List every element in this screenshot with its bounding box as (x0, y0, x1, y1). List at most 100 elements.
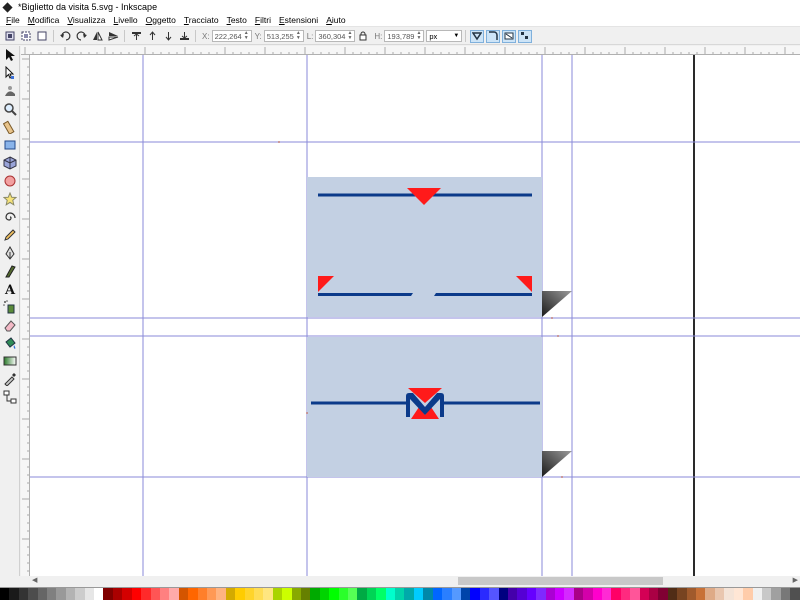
color-swatch[interactable] (216, 588, 226, 600)
color-swatch[interactable] (244, 588, 254, 600)
color-swatch[interactable] (479, 588, 490, 600)
vertical-ruler[interactable] (21, 55, 30, 576)
eraser-tool-icon[interactable] (1, 316, 19, 334)
color-swatch[interactable] (18, 588, 29, 600)
color-swatch[interactable] (37, 588, 48, 600)
color-swatch[interactable] (705, 588, 715, 600)
move-patterns-icon[interactable] (518, 29, 533, 43)
color-swatch[interactable] (554, 588, 565, 600)
color-swatch[interactable] (188, 588, 198, 600)
color-swatch[interactable] (94, 588, 104, 600)
x-coordinate-input[interactable]: 222,264 ▲ ▼ (211, 30, 252, 42)
color-swatch[interactable] (103, 588, 113, 600)
color-swatch[interactable] (545, 588, 555, 600)
color-swatch[interactable] (432, 588, 443, 600)
color-swatch[interactable] (470, 588, 480, 600)
menu-modifica[interactable]: Modifica (24, 15, 64, 25)
rectangle-tool-icon[interactable] (1, 136, 19, 154)
color-swatch[interactable] (112, 588, 123, 600)
color-swatch[interactable] (366, 588, 377, 600)
color-swatch[interactable] (56, 588, 66, 600)
color-swatch[interactable] (329, 588, 339, 600)
color-swatch[interactable] (423, 588, 433, 600)
menu-aiuto[interactable]: Aiuto (322, 15, 349, 25)
x-spinner-icon[interactable]: ▲ ▼ (244, 31, 249, 41)
star-tool-icon[interactable] (1, 190, 19, 208)
color-swatch[interactable] (197, 588, 207, 600)
color-swatch[interactable] (272, 588, 283, 600)
deselect-icon[interactable] (35, 30, 49, 43)
rotate-ccw-icon[interactable] (58, 30, 72, 43)
color-swatch[interactable] (649, 588, 659, 600)
scale-stroke-icon[interactable] (470, 29, 485, 43)
width-input[interactable]: 360,304 ▲ ▼ (315, 30, 356, 42)
color-swatch[interactable] (319, 588, 330, 600)
y-coordinate-input[interactable]: 513,255 ▲ ▼ (263, 30, 304, 42)
business-card-front[interactable] (307, 177, 572, 317)
color-swatch[interactable] (150, 588, 160, 600)
color-swatch[interactable] (677, 588, 687, 600)
color-swatch[interactable] (639, 588, 650, 600)
color-swatch[interactable] (385, 588, 396, 600)
drawing-canvas[interactable] (30, 55, 800, 576)
color-swatch[interactable] (122, 588, 132, 600)
color-swatch[interactable] (301, 588, 311, 600)
color-swatch[interactable] (658, 588, 668, 600)
color-swatch[interactable] (28, 588, 38, 600)
node-tool-icon[interactable] (1, 64, 19, 82)
paint-bucket-tool-icon[interactable] (1, 334, 19, 352)
color-swatch[interactable] (592, 588, 602, 600)
color-swatch[interactable] (291, 588, 301, 600)
flip-horizontal-icon[interactable] (90, 30, 104, 43)
color-swatch[interactable] (169, 588, 179, 600)
color-swatch[interactable] (0, 588, 10, 600)
menu-livello[interactable]: Livello (110, 15, 142, 25)
color-swatch[interactable] (9, 588, 19, 600)
lock-ratio-icon[interactable] (357, 30, 369, 42)
color-swatch[interactable] (338, 588, 349, 600)
raise-icon[interactable] (145, 30, 159, 43)
color-swatch[interactable] (714, 588, 725, 600)
menu-testo[interactable]: Testo (223, 15, 251, 25)
pencil-tool-icon[interactable] (1, 226, 19, 244)
horizontal-ruler[interactable] (21, 46, 800, 55)
height-input[interactable]: 193,789 ▲ ▼ (384, 30, 425, 42)
zoom-tool-icon[interactable] (1, 100, 19, 118)
color-swatch[interactable] (225, 588, 236, 600)
3d-box-tool-icon[interactable] (1, 154, 19, 172)
color-swatch[interactable] (413, 588, 424, 600)
menu-file[interactable]: File (2, 15, 24, 25)
color-swatch[interactable] (348, 588, 358, 600)
selector-tool-icon[interactable] (1, 46, 19, 64)
scrollbar-thumb[interactable] (458, 577, 663, 585)
color-swatch[interactable] (573, 588, 584, 600)
select-all-layers-icon[interactable] (19, 30, 33, 43)
pen-tool-icon[interactable] (1, 244, 19, 262)
color-swatch[interactable] (141, 588, 151, 600)
menu-filtri[interactable]: Filtri (251, 15, 275, 25)
color-swatch[interactable] (460, 588, 471, 600)
scroll-right-icon[interactable]: ▶ (793, 576, 798, 584)
width-spinner-icon[interactable]: ▲ ▼ (347, 31, 352, 41)
color-swatch[interactable] (253, 588, 264, 600)
color-swatch[interactable] (630, 588, 640, 600)
height-spinner-icon[interactable]: ▲ ▼ (416, 31, 421, 41)
color-swatch[interactable] (780, 588, 791, 600)
color-swatch[interactable] (536, 588, 546, 600)
spray-tool-icon[interactable] (1, 298, 19, 316)
select-all-icon[interactable] (3, 30, 17, 43)
card-back-shadow-curl[interactable] (542, 451, 572, 477)
text-tool-icon[interactable]: A (1, 280, 19, 298)
color-swatch[interactable] (667, 588, 678, 600)
color-swatch[interactable] (159, 588, 170, 600)
unit-select[interactable]: px ▼ (426, 30, 463, 42)
measure-tool-icon[interactable] (1, 118, 19, 136)
color-swatch[interactable] (686, 588, 697, 600)
color-swatch[interactable] (507, 588, 518, 600)
color-swatch[interactable] (442, 588, 452, 600)
ellipse-tool-icon[interactable] (1, 172, 19, 190)
color-swatch[interactable] (620, 588, 631, 600)
color-swatch[interactable] (771, 588, 781, 600)
y-spinner-icon[interactable]: ▲ ▼ (296, 31, 301, 41)
color-swatch[interactable] (75, 588, 85, 600)
